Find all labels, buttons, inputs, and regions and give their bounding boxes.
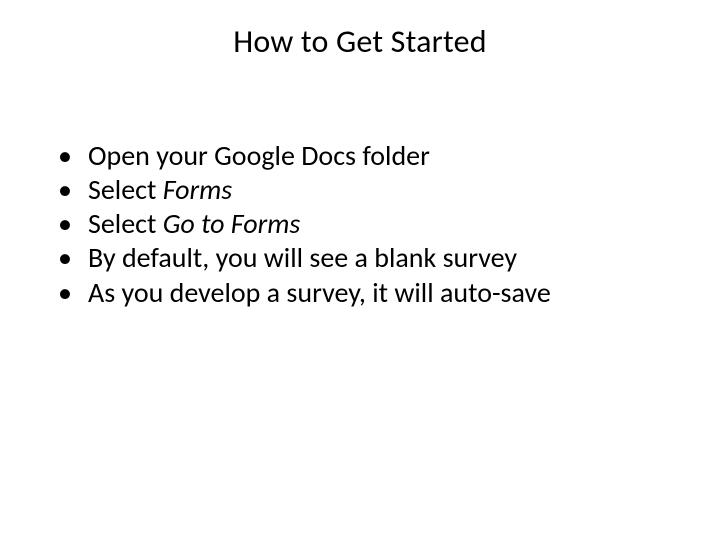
bullet-pre: As you develop a survey, it will auto-sa… bbox=[88, 275, 551, 310]
bullet-em: Go to Forms bbox=[163, 206, 301, 241]
list-item: Open your Google Docs folder bbox=[58, 139, 680, 173]
list-item: Select Go to Forms bbox=[58, 207, 680, 241]
bullet-em: Forms bbox=[163, 172, 232, 207]
bullet-list: Open your Google Docs folder Select Form… bbox=[40, 139, 680, 310]
list-item: By default, you will see a blank survey bbox=[58, 241, 680, 275]
bullet-pre: Select bbox=[88, 206, 163, 241]
bullet-pre: By default, you will see a blank survey bbox=[88, 240, 517, 275]
slide-title: How to Get Started bbox=[40, 22, 680, 61]
bullet-pre: Select bbox=[88, 172, 163, 207]
list-item: As you develop a survey, it will auto-sa… bbox=[58, 276, 680, 310]
list-item: Select Forms bbox=[58, 173, 680, 207]
bullet-pre: Open your Google Docs folder bbox=[88, 138, 430, 173]
